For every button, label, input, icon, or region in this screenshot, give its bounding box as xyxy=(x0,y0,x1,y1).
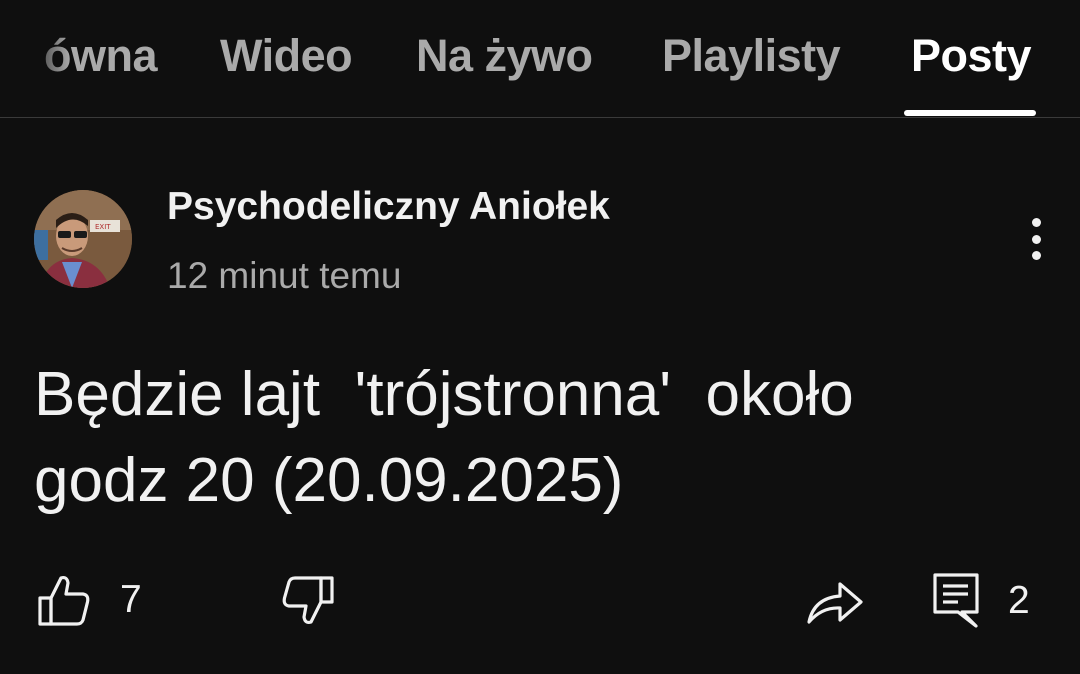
share-arrow-icon xyxy=(807,582,863,624)
post-author-name[interactable]: Psychodeliczny Aniołek xyxy=(167,185,610,229)
tabs-scroll-fade xyxy=(0,0,70,116)
thumb-up-icon xyxy=(38,575,90,626)
share-button[interactable] xyxy=(806,576,864,626)
thumb-down-icon xyxy=(282,576,334,625)
avatar[interactable]: EXIT xyxy=(34,190,132,288)
dislike-button[interactable] xyxy=(280,576,336,628)
tab-live[interactable]: Na żywo xyxy=(416,30,593,82)
avatar-sign-text: EXIT xyxy=(95,223,111,231)
comment-count: 2 xyxy=(1008,579,1030,622)
avatar-photo: EXIT xyxy=(34,190,132,288)
more-vertical-icon xyxy=(1031,218,1041,227)
post-text-line: Będzie lajt 'trójstronna' około xyxy=(34,360,854,429)
like-count: 7 xyxy=(120,578,142,621)
post-text: Będzie lajt 'trójstronna' około godz 20 (… xyxy=(34,352,1044,524)
channel-tabs: ówna Wideo Na żywo Playlisty Posty xyxy=(0,0,1080,118)
comments-button[interactable]: 2 xyxy=(932,572,1030,630)
comment-icon xyxy=(933,573,979,628)
more-vertical-icon-dot xyxy=(1031,251,1041,260)
post-text-line: godz 20 (20.09.2025) xyxy=(34,446,624,515)
like-button[interactable]: 7 xyxy=(36,572,142,628)
active-tab-indicator xyxy=(904,110,1036,116)
more-vertical-icon-dot xyxy=(1031,234,1041,244)
tab-posts[interactable]: Posty xyxy=(911,30,1032,82)
tab-video[interactable]: Wideo xyxy=(220,30,353,82)
tab-playlists[interactable]: Playlisty xyxy=(662,30,841,82)
more-options-button[interactable] xyxy=(1014,212,1058,266)
post-timestamp: 12 minut temu xyxy=(167,255,402,296)
